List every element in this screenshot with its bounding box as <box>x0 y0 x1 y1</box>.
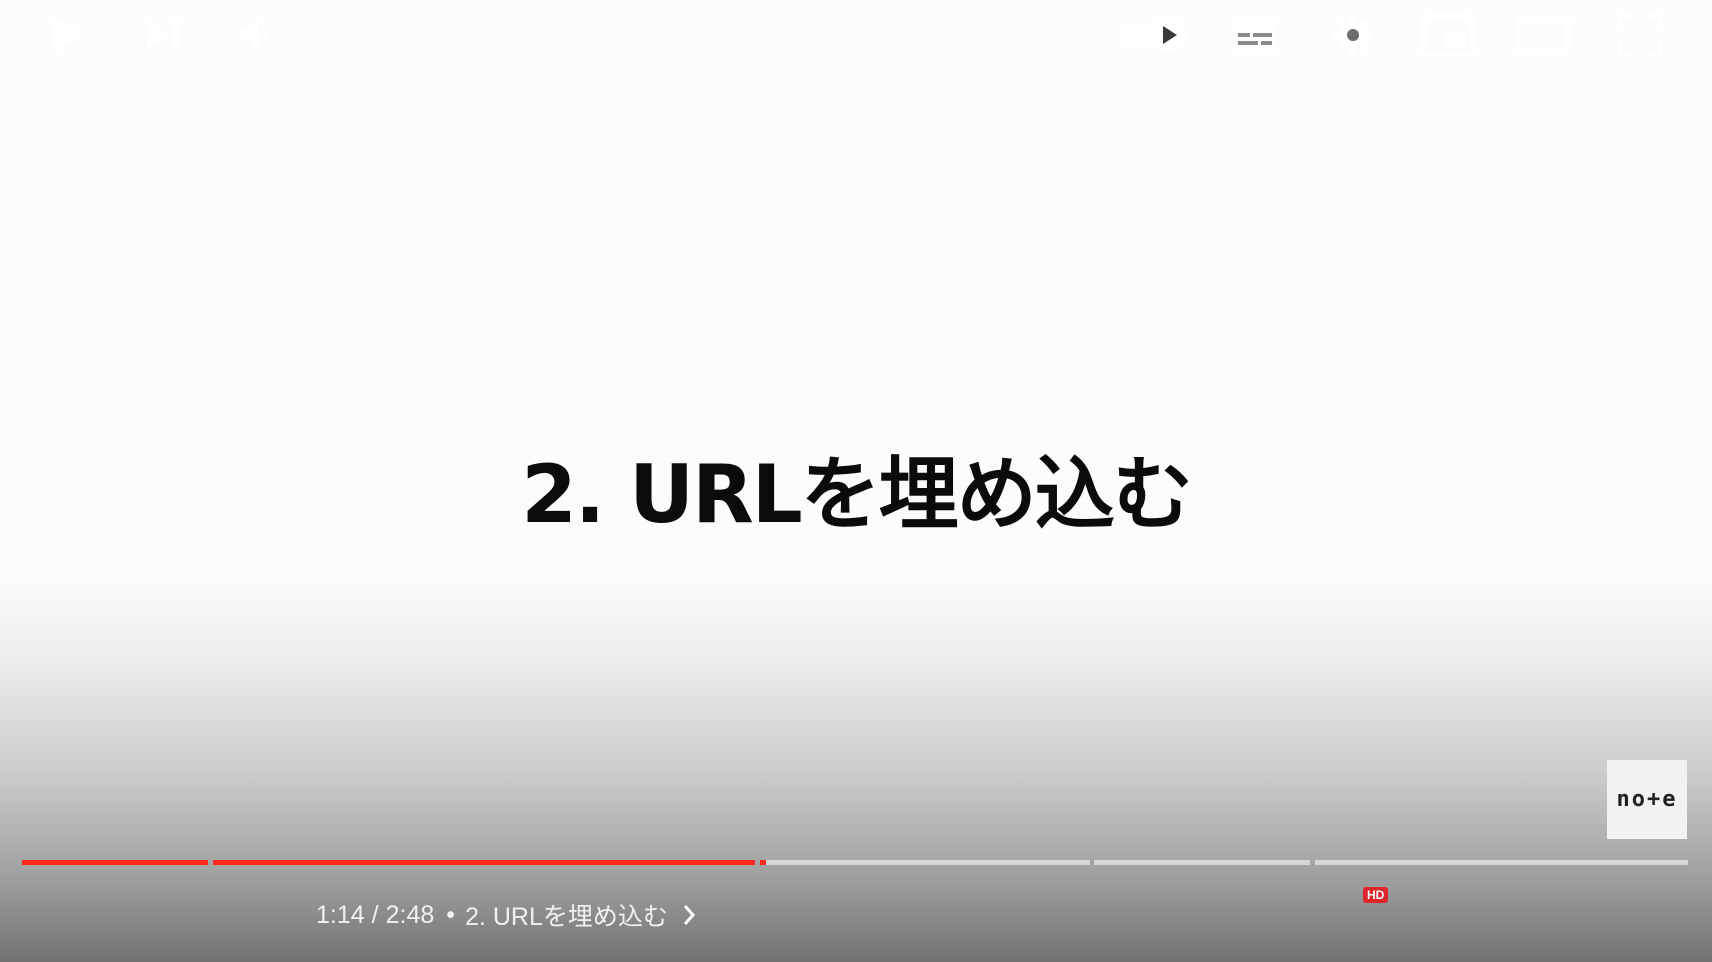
miniplayer-icon <box>1422 14 1474 56</box>
theater-mode-button[interactable] <box>1514 0 1572 70</box>
current-time: 1:14 <box>316 900 365 929</box>
chapter-title-button[interactable]: • 2. URLを埋め込む <box>440 897 696 933</box>
miniplayer-button[interactable] <box>1420 0 1476 70</box>
chapter-played <box>213 860 755 865</box>
autoplay-toggle-icon <box>1120 17 1186 53</box>
theater-mode-icon <box>1516 17 1570 53</box>
volume-icon <box>241 19 268 51</box>
subtitles-button[interactable] <box>1230 0 1280 70</box>
channel-watermark[interactable]: no+e <box>1607 760 1687 839</box>
subtitles-icon <box>1233 18 1277 52</box>
chapter-segment[interactable] <box>213 860 755 865</box>
slide-title: 2. URLを埋め込む <box>521 448 1192 541</box>
volume-button[interactable] <box>232 0 280 70</box>
controls-gradient <box>0 572 1712 962</box>
play-button[interactable] <box>44 0 92 70</box>
chevron-right-icon <box>683 905 695 925</box>
chapter-segment[interactable] <box>766 860 1090 865</box>
settings-button[interactable] <box>1328 0 1378 70</box>
duration: 2:48 <box>385 900 435 929</box>
autoplay-toggle[interactable] <box>1118 0 1190 70</box>
chapter-dot: • <box>446 900 456 929</box>
chapter-segment[interactable] <box>1315 860 1688 865</box>
progress-bar[interactable] <box>22 860 1688 865</box>
time-display: 1:14 / 2:48 • 2. URLを埋め込む <box>316 880 696 950</box>
settings-gear-icon <box>1334 16 1372 54</box>
fullscreen-button[interactable] <box>1616 0 1664 70</box>
play-icon <box>54 17 84 53</box>
next-icon <box>146 19 178 51</box>
video-player[interactable]: 2. URLを埋め込む no+e 1:14 / 2:48 • 2. URLを埋め… <box>0 0 1712 962</box>
next-button[interactable] <box>138 0 186 70</box>
chapter-played <box>22 860 208 865</box>
chapter-title: 2. URLを埋め込む <box>465 903 668 931</box>
chapter-segment[interactable] <box>1094 860 1310 865</box>
chapter-segment[interactable] <box>22 860 208 865</box>
time-separator: / <box>371 900 379 929</box>
fullscreen-icon <box>1618 14 1662 56</box>
hd-badge: HD <box>1363 887 1389 903</box>
